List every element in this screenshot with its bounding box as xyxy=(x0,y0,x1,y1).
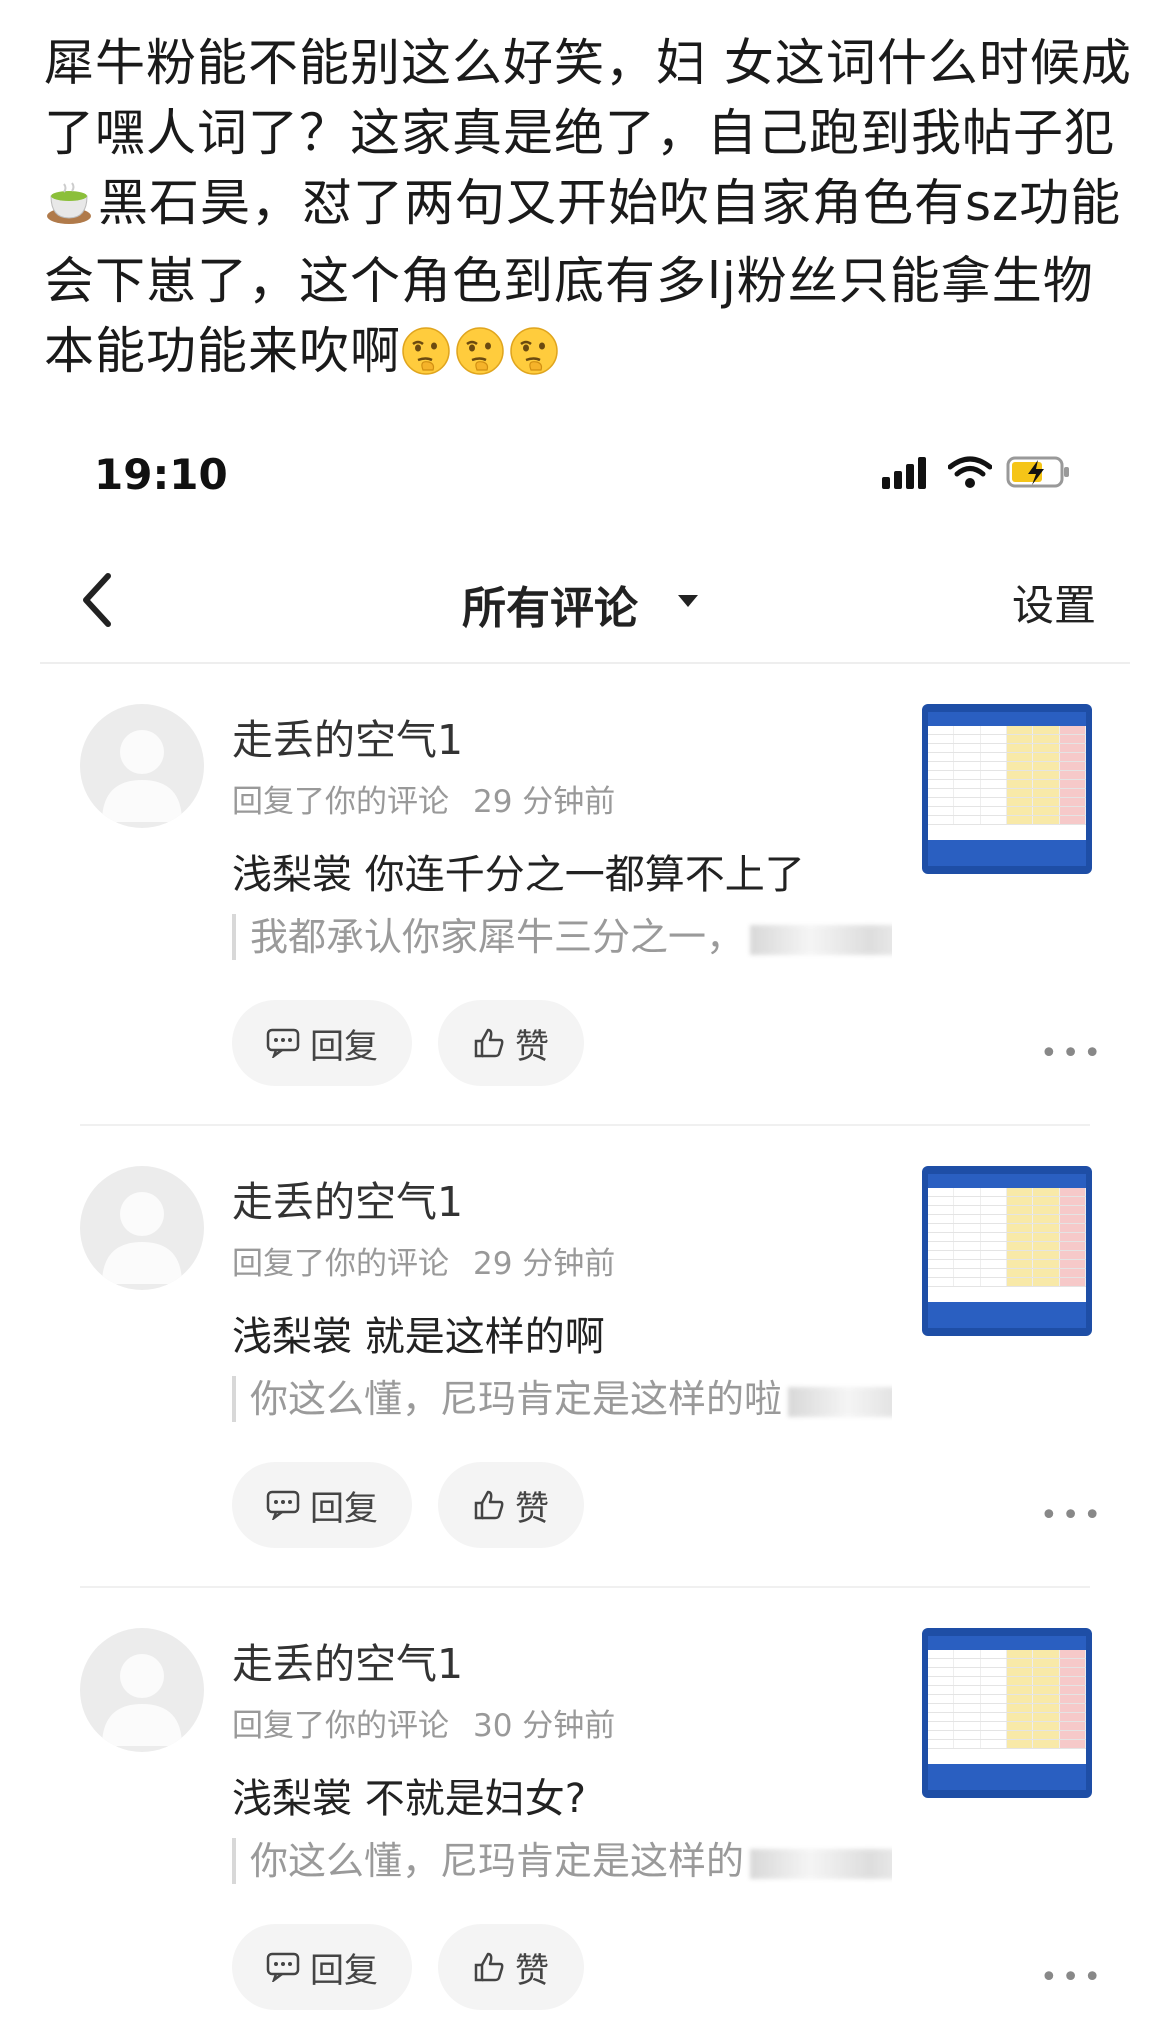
caret-down-icon[interactable] xyxy=(676,593,700,609)
post-text-part1: 犀牛粉能不能别这么好笑，妇 女这词什么时候成了嘿人词了？这家真是绝了，自己跑到我… xyxy=(44,34,1132,162)
back-icon[interactable] xyxy=(74,570,124,630)
quoted-text: 你这么懂，尼玛肯定是这样的 xyxy=(250,1839,745,1883)
comment-item: 走丢的空气1 回复了你的评论 29 分钟前 浅梨裳 你连千分之一都算不上了 我都承… xyxy=(40,664,1130,1126)
avatar[interactable] xyxy=(80,1628,204,1752)
battery-charging-icon xyxy=(1006,456,1069,488)
attached-image-thumbnail[interactable] xyxy=(922,704,1092,874)
comment-item: 走丢的空气1 回复了你的评论 30 分钟前 浅梨裳 不就是妇女? 你这么懂，尼玛肯… xyxy=(40,1588,1130,2017)
comment-username[interactable]: 走丢的空气1 xyxy=(232,1168,463,1228)
status-time: 19:10 xyxy=(94,450,228,499)
wifi-icon xyxy=(948,456,992,488)
comment-bubble-icon xyxy=(266,1490,300,1520)
reply-button[interactable]: 回复 xyxy=(232,1000,412,1086)
reply-label: 回复 xyxy=(310,1488,378,1529)
avatar[interactable] xyxy=(80,704,204,828)
comment-actions: 回复 赞 xyxy=(232,1462,584,1548)
post-text: 犀牛粉能不能别这么好笑，妇 女这词什么时候成了嘿人词了？这家真是绝了，自己跑到我… xyxy=(44,28,1134,394)
attached-image-thumbnail[interactable] xyxy=(922,1628,1092,1798)
post-text-part2: 黑石昊，怼了两句又开始吹自家角色有sz功能会下崽了，这个角色到底有多lj粉丝只能… xyxy=(44,174,1122,380)
thinking-face-icon xyxy=(509,324,559,394)
blurred-text xyxy=(788,1386,892,1417)
quoted-comment[interactable]: 你这么懂，尼玛肯定是这样的啦 xyxy=(232,1376,892,1422)
blurred-text xyxy=(750,924,892,955)
reply-label: 回复 xyxy=(310,1026,378,1067)
thinking-face-icon xyxy=(401,324,451,394)
comment-actions: 回复 赞 xyxy=(232,1924,584,2010)
like-label: 赞 xyxy=(515,1950,549,1991)
comment-meta-label: 回复了你的评论 xyxy=(232,1708,449,1744)
signal-icon xyxy=(882,457,926,489)
avatar[interactable] xyxy=(80,1166,204,1290)
attached-image-thumbnail[interactable] xyxy=(922,1166,1092,1336)
comment-meta-label: 回复了你的评论 xyxy=(232,1246,449,1282)
quoted-comment[interactable]: 我都承认你家犀牛三分之一， xyxy=(232,914,892,960)
comment-reply-text: 浅梨裳 你连千分之一都算不上了 xyxy=(232,852,805,898)
more-options-icon[interactable]: ••• xyxy=(1040,1960,1105,1995)
quoted-text: 我都承认你家犀牛三分之一， xyxy=(250,915,745,959)
thinking-face-icon xyxy=(455,324,505,394)
comment-reply-text: 浅梨裳 不就是妇女? xyxy=(232,1776,586,1822)
reply-button[interactable]: 回复 xyxy=(232,1924,412,2010)
comment-actions: 回复 赞 xyxy=(232,1000,584,1086)
reply-label: 回复 xyxy=(310,1950,378,1991)
status-icons xyxy=(882,455,1072,489)
more-options-icon[interactable]: ••• xyxy=(1040,1036,1105,1071)
page-title[interactable]: 所有评论 xyxy=(462,572,638,636)
thumbs-up-icon xyxy=(474,1490,504,1520)
like-button[interactable]: 赞 xyxy=(438,1462,584,1548)
thumbs-up-icon xyxy=(474,1028,504,1058)
quoted-comment[interactable]: 你这么懂，尼玛肯定是这样的 xyxy=(232,1838,892,1884)
comment-username[interactable]: 走丢的空气1 xyxy=(232,1630,463,1690)
quoted-text: 你这么懂，尼玛肯定是这样的啦 xyxy=(250,1377,783,1421)
comment-username[interactable]: 走丢的空气1 xyxy=(232,706,463,766)
settings-button[interactable]: 设置 xyxy=(1012,572,1096,633)
comment-meta: 回复了你的评论 29 分钟前 xyxy=(232,1238,615,1283)
blurred-text xyxy=(750,1848,892,1879)
comment-time: 29 分钟前 xyxy=(473,1246,616,1282)
comment-item: 走丢的空气1 回复了你的评论 29 分钟前 浅梨裳 就是这样的啊 你这么懂，尼玛肯… xyxy=(40,1126,1130,1588)
comment-time: 29 分钟前 xyxy=(473,784,616,820)
comment-meta: 回复了你的评论 30 分钟前 xyxy=(232,1700,615,1745)
more-options-icon[interactable]: ••• xyxy=(1040,1498,1105,1533)
comment-bubble-icon xyxy=(266,1028,300,1058)
like-button[interactable]: 赞 xyxy=(438,1924,584,2010)
comment-reply-text: 浅梨裳 就是这样的啊 xyxy=(232,1314,605,1360)
matcha-tea-icon xyxy=(44,176,94,246)
like-label: 赞 xyxy=(515,1488,549,1529)
like-label: 赞 xyxy=(515,1026,549,1067)
comment-time: 30 分钟前 xyxy=(473,1708,616,1744)
like-button[interactable]: 赞 xyxy=(438,1000,584,1086)
thumbs-up-icon xyxy=(474,1952,504,1982)
comment-meta: 回复了你的评论 29 分钟前 xyxy=(232,776,615,821)
comment-meta-label: 回复了你的评论 xyxy=(232,784,449,820)
reply-button[interactable]: 回复 xyxy=(232,1462,412,1548)
comment-bubble-icon xyxy=(266,1952,300,1982)
